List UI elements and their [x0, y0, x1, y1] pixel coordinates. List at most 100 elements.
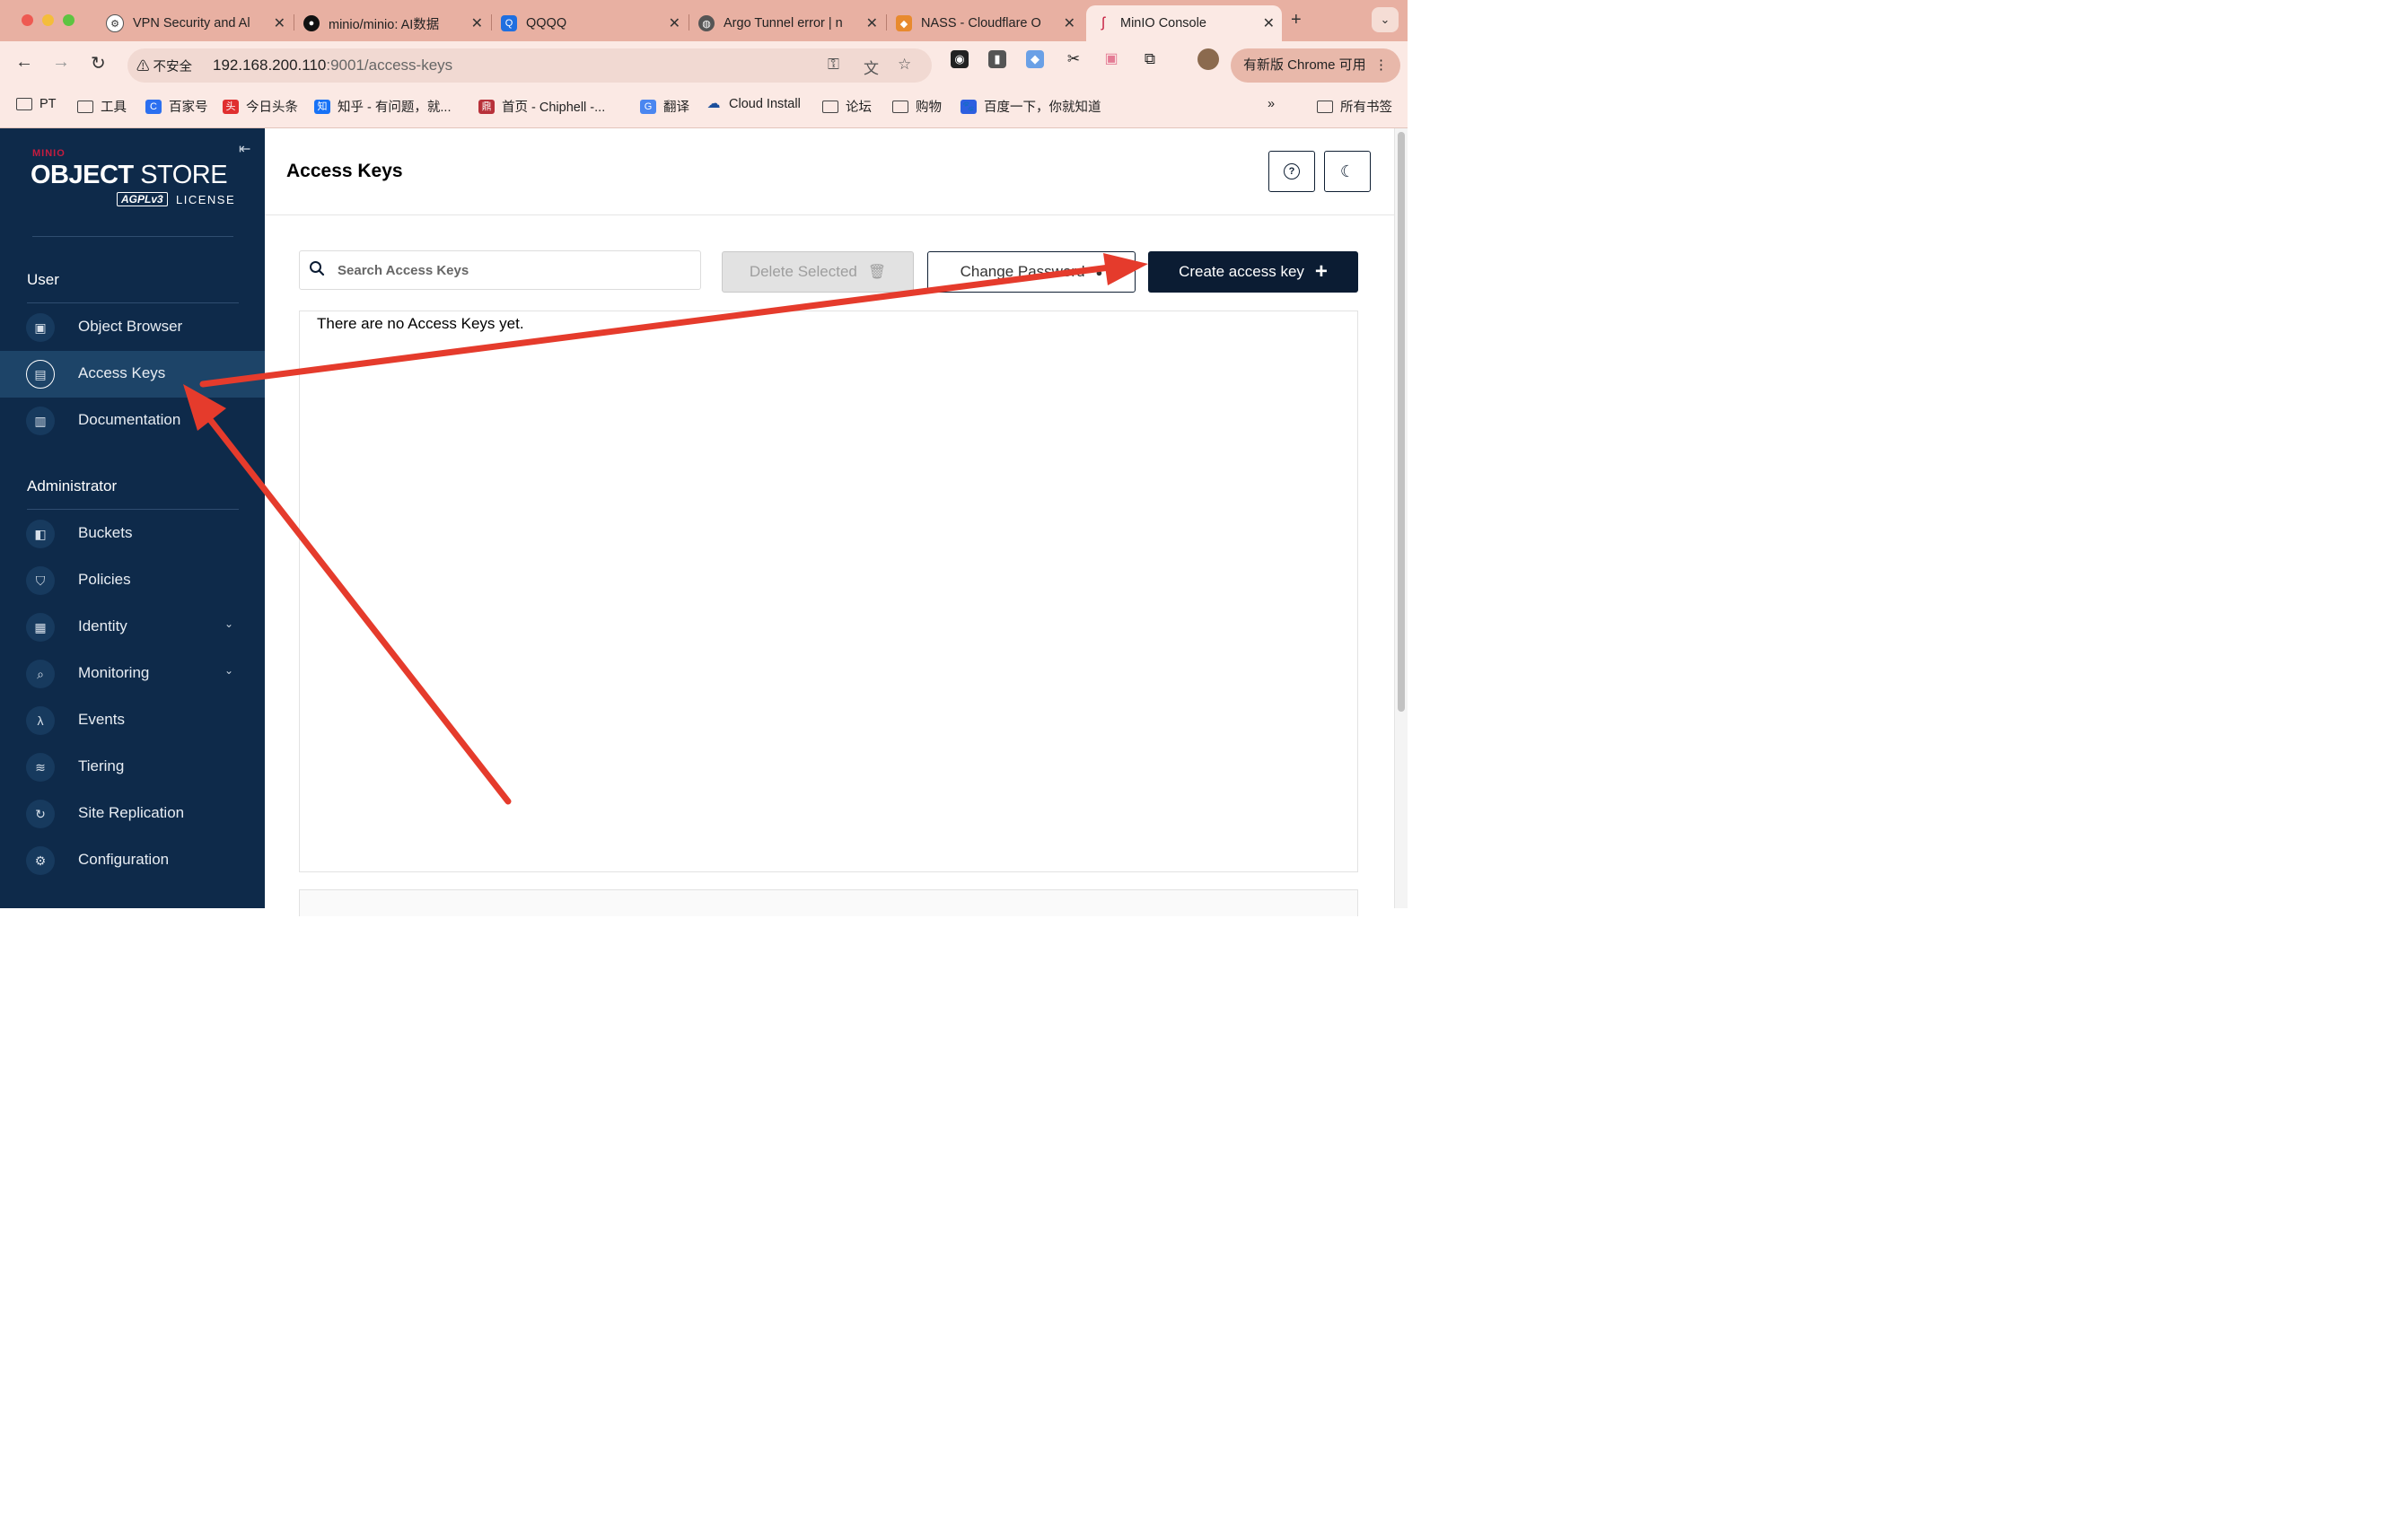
new-tab-icon[interactable]: +: [1291, 10, 1302, 31]
gear-icon: ⚙: [26, 846, 55, 875]
sidebar-item-policies[interactable]: ⛉ Policies: [0, 557, 265, 604]
bookmark-translate[interactable]: G 翻译: [640, 97, 689, 116]
folder-icon: [822, 100, 838, 113]
key-icon[interactable]: ⚿: [828, 56, 839, 74]
bookmarks-bar: PT 工具 C 百家号 头今日头条 知知乎 - 有问题，就... 鼎首页 - Ch…: [0, 86, 1408, 128]
bookmark-baijiahao[interactable]: C 百家号: [145, 97, 208, 116]
tab-title: VPN Security and Al: [133, 16, 250, 31]
bookmark-pt[interactable]: PT: [16, 97, 57, 111]
access-keys-list: There are no Access Keys yet.: [299, 311, 1358, 872]
buckets-icon: ◧: [26, 520, 55, 548]
folder-icon: [16, 98, 32, 110]
maximize-window-button[interactable]: [63, 14, 75, 26]
reload-icon[interactable]: ↻: [91, 52, 106, 74]
translate-icon[interactable]: 文: [864, 56, 879, 78]
section-user: User: [27, 271, 59, 288]
insecure-warning[interactable]: ⚠ 不安全: [136, 57, 192, 75]
browser-tab-bar: ⚙ VPN Security and Al ✕ ● minio/minio: A…: [0, 0, 1408, 41]
minimize-window-button[interactable]: [42, 14, 54, 26]
sidebar-item-object-browser[interactable]: ▣ Object Browser: [0, 304, 265, 351]
section-administrator: Administrator: [27, 477, 118, 494]
close-tab-icon[interactable]: ✕: [274, 14, 285, 32]
sidebar-item-monitoring[interactable]: ⌕ Monitoring ⌄: [0, 651, 265, 697]
tv-icon[interactable]: ▣: [1102, 50, 1120, 68]
all-bookmarks[interactable]: 所有书签: [1317, 97, 1392, 116]
sidebar-item-identity[interactable]: ▦ Identity ⌄: [0, 604, 265, 651]
browser-tab[interactable]: ● minio/minio: AI数据 ✕: [294, 5, 490, 41]
bitwarden-icon[interactable]: ▮: [988, 50, 1006, 68]
folder-icon: [892, 100, 908, 113]
globe-icon: ◍: [698, 15, 715, 31]
sidebar-item-access-keys[interactable]: ▤ Access Keys: [0, 351, 265, 398]
policies-icon: ⛉: [26, 566, 55, 595]
bookmark-forum[interactable]: 论坛: [822, 97, 872, 116]
create-access-key-button[interactable]: Create access key +: [1148, 251, 1358, 293]
bookmark-baidu[interactable]: 🐾 百度一下，你就知道: [961, 97, 1101, 116]
search-icon: [310, 261, 325, 276]
folder-icon: [77, 100, 93, 113]
scrollbar-thumb[interactable]: [1398, 132, 1405, 712]
close-window-button[interactable]: [22, 14, 33, 26]
bookmark-zhihu[interactable]: 知知乎 - 有问题，就...: [314, 97, 451, 116]
extension-icon[interactable]: ◉: [951, 50, 969, 68]
url-text[interactable]: 192.168.200.110:9001/access-keys: [213, 57, 452, 74]
forward-icon[interactable]: →: [52, 52, 70, 73]
github-icon: ●: [303, 15, 320, 31]
tab-search-icon[interactable]: ⌄: [1372, 7, 1399, 32]
more-bookmarks-icon[interactable]: »: [1268, 97, 1275, 111]
help-button[interactable]: ?: [1268, 151, 1315, 192]
bookmark-cloud-install[interactable]: ☁ Cloud Install: [706, 97, 801, 112]
sidebar-item-buckets[interactable]: ◧ Buckets: [0, 511, 265, 557]
update-chrome-button[interactable]: 有新版 Chrome 可用 ⋮: [1231, 48, 1400, 83]
star-icon[interactable]: ☆: [898, 56, 911, 74]
browser-toolbar: ← → ↻ ⚠ 不安全 192.168.200.110:9001/access-…: [0, 41, 1408, 86]
dark-mode-button[interactable]: ☾: [1324, 151, 1371, 192]
scissors-icon[interactable]: ✂: [1065, 50, 1083, 68]
puzzle-icon[interactable]: ⧉: [1141, 50, 1159, 68]
warning-icon: ⚠: [136, 60, 150, 74]
search-input[interactable]: Search Access Keys: [299, 250, 701, 290]
sidebar-item-tiering[interactable]: ≋ Tiering: [0, 744, 265, 791]
bookmark-toutiao[interactable]: 头今日头条: [223, 97, 298, 116]
browser-tab[interactable]: ◍ Argo Tunnel error | n ✕: [689, 5, 885, 41]
toutiao-icon: 头: [223, 99, 239, 114]
chevron-down-icon[interactable]: ⌄: [224, 664, 233, 677]
object-browser-icon: ▣: [26, 313, 55, 342]
browser-tab[interactable]: Q QQQQ ✕: [492, 5, 688, 41]
close-tab-icon[interactable]: ✕: [1263, 14, 1275, 32]
close-tab-icon[interactable]: ✕: [669, 14, 680, 32]
sidebar-item-site-replication[interactable]: ↻ Site Replication: [0, 791, 265, 837]
secondary-panel: [299, 889, 1358, 916]
close-tab-icon[interactable]: ✕: [471, 14, 483, 32]
avatar[interactable]: [1197, 48, 1219, 70]
sidebar-item-events[interactable]: λ Events: [0, 697, 265, 744]
browser-tab[interactable]: ◆ NASS - Cloudflare O ✕: [887, 5, 1083, 41]
site-replication-icon: ↻: [26, 800, 55, 828]
identity-icon: ▦: [26, 613, 55, 642]
delete-selected-button[interactable]: Delete Selected 🗑: [722, 251, 914, 293]
sidebar-item-configuration[interactable]: ⚙ Configuration: [0, 837, 265, 884]
collapse-sidebar-icon[interactable]: ⇤: [239, 140, 250, 158]
chevron-down-icon[interactable]: ⌄: [224, 617, 233, 630]
lock-icon: ●: [1095, 265, 1103, 279]
close-tab-icon[interactable]: ✕: [866, 14, 878, 32]
help-icon: ?: [1284, 163, 1300, 179]
tiering-icon: ≋: [26, 753, 55, 782]
more-menu-icon[interactable]: ⋮: [1374, 48, 1388, 83]
address-bar[interactable]: ⚠ 不安全 192.168.200.110:9001/access-keys ⚿…: [127, 48, 932, 83]
extension-icon[interactable]: ◆: [1026, 50, 1044, 68]
change-password-button[interactable]: Change Password ●: [927, 251, 1136, 293]
scrollbar[interactable]: [1394, 128, 1408, 908]
empty-state-message: There are no Access Keys yet.: [317, 315, 524, 332]
bookmark-shopping[interactable]: 购物: [892, 97, 942, 116]
browser-tab-active[interactable]: ʃ MinIO Console ✕: [1086, 5, 1282, 41]
bookmark-chiphell[interactable]: 鼎首页 - Chiphell -...: [478, 97, 605, 116]
sidebar-item-documentation[interactable]: ▥ Documentation: [0, 398, 265, 444]
qq-icon: Q: [501, 15, 517, 31]
plus-icon: +: [1314, 259, 1328, 284]
bookmark-tools[interactable]: 工具: [77, 97, 127, 116]
monitoring-icon: ⌕: [26, 660, 55, 688]
back-icon[interactable]: ←: [15, 52, 33, 73]
close-tab-icon[interactable]: ✕: [1064, 14, 1075, 32]
browser-tab[interactable]: ⚙ VPN Security and Al ✕: [97, 5, 293, 41]
